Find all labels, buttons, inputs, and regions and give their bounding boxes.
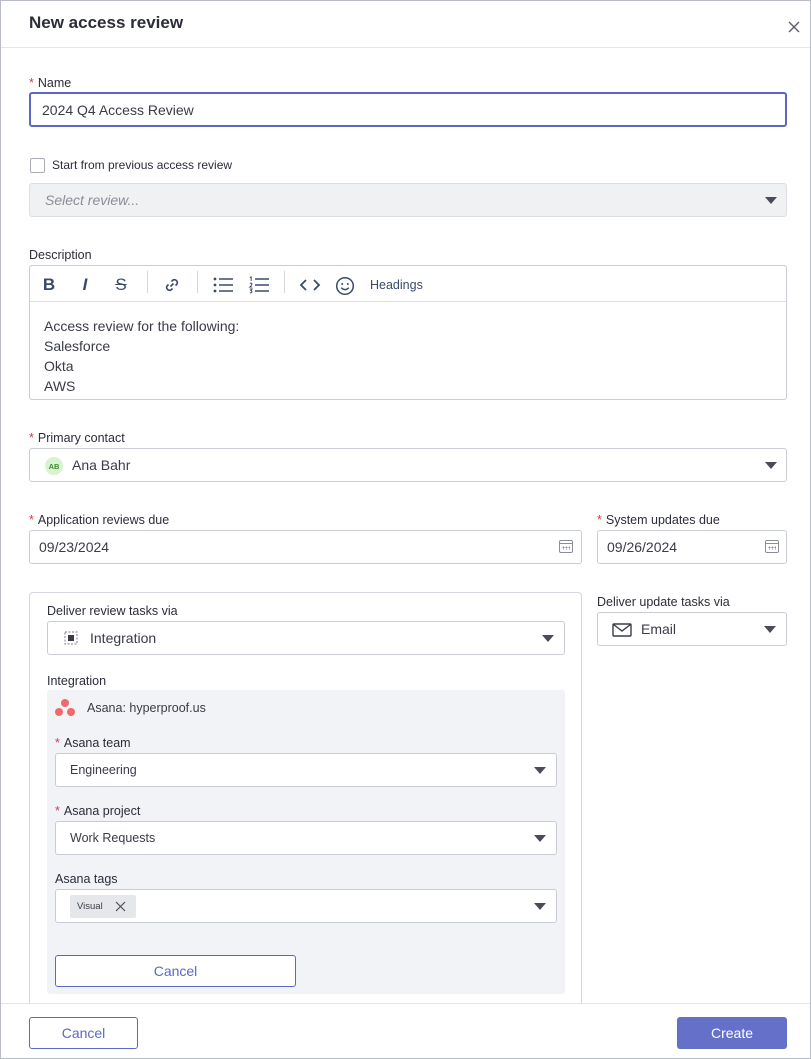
email-icon	[612, 623, 632, 637]
start-from-previous-label: Start from previous access review	[52, 158, 233, 172]
asana-tags-input[interactable]: Visual	[55, 889, 557, 923]
asana-logo-icon	[55, 699, 75, 716]
asana-team-value: Engineering	[70, 763, 137, 777]
deliver-update-tasks-label: Deliver update tasks via	[597, 595, 730, 609]
primary-contact-value: Ana Bahr	[72, 457, 131, 473]
code-icon[interactable]	[299, 277, 321, 293]
system-updates-due-label: * System updates due	[597, 513, 720, 527]
tag-chip: Visual	[70, 895, 136, 918]
asana-tags-label: Asana tags	[55, 872, 118, 886]
link-icon[interactable]	[163, 276, 181, 294]
tag-chip-label: Visual	[77, 901, 103, 912]
system-updates-due-input[interactable]: 09/26/2024	[597, 530, 787, 564]
chevron-down-icon	[765, 462, 777, 469]
new-access-review-dialog: New access review * Name 2024 Q4 Access R…	[0, 0, 811, 1059]
chevron-down-icon	[764, 626, 776, 633]
application-reviews-due-value: 09/23/2024	[39, 539, 110, 555]
editor-toolbar-divider	[30, 301, 786, 302]
chevron-down-icon	[534, 767, 546, 774]
emoji-icon[interactable]	[335, 276, 355, 296]
description-line: Salesforce	[44, 338, 111, 354]
calendar-icon[interactable]	[765, 540, 779, 553]
toolbar-separator	[284, 271, 285, 293]
primary-contact-dropdown[interactable]: AB Ana Bahr	[29, 448, 787, 482]
create-button[interactable]: Create	[677, 1017, 787, 1049]
asana-project-value: Work Requests	[70, 831, 156, 845]
remove-tag-icon[interactable]	[115, 901, 126, 912]
headings-button[interactable]: Headings	[370, 273, 423, 297]
toolbar-separator	[197, 271, 198, 293]
toolbar-separator	[147, 271, 148, 293]
integration-cancel-button[interactable]: Cancel	[55, 955, 296, 987]
deliver-update-tasks-value: Email	[641, 621, 677, 637]
chevron-down-icon	[765, 197, 777, 204]
dialog-title: New access review	[29, 13, 184, 32]
select-review-placeholder: Select review...	[45, 192, 140, 208]
name-input-value: 2024 Q4 Access Review	[42, 102, 194, 118]
integration-name: Asana: hyperproof.us	[87, 701, 206, 715]
deliver-update-tasks-dropdown[interactable]: Email	[597, 612, 787, 646]
asana-team-label: * Asana team	[55, 736, 131, 750]
name-input[interactable]: 2024 Q4 Access Review	[29, 92, 787, 127]
asana-team-dropdown[interactable]: Engineering	[55, 753, 557, 787]
asana-project-label: * Asana project	[55, 804, 141, 818]
cancel-button[interactable]: Cancel	[29, 1017, 138, 1049]
description-line: Okta	[44, 358, 74, 374]
integration-label: Integration	[47, 674, 107, 688]
integration-icon	[64, 631, 78, 645]
application-reviews-due-input[interactable]: 09/23/2024	[29, 530, 582, 564]
chevron-down-icon	[534, 835, 546, 842]
primary-contact-label: * Primary contact	[29, 431, 125, 445]
description-line: AWS	[44, 378, 76, 394]
deliver-review-tasks-label: Deliver review tasks via	[47, 604, 178, 618]
name-label: * Name	[29, 76, 72, 90]
close-icon[interactable]	[787, 20, 801, 34]
bullet-list-icon[interactable]	[212, 276, 234, 294]
chevron-down-icon	[534, 903, 546, 910]
start-from-previous-checkbox[interactable]	[30, 158, 45, 173]
description-line: Access review for the following:	[44, 318, 240, 334]
application-reviews-due-label: * Application reviews due	[29, 513, 170, 527]
select-review-dropdown[interactable]: Select review...	[29, 183, 787, 217]
deliver-review-tasks-dropdown[interactable]: Integration	[47, 621, 565, 655]
bold-button[interactable]: B	[40, 273, 58, 297]
chevron-down-icon	[542, 635, 554, 642]
numbered-list-icon[interactable]	[248, 276, 270, 294]
dialog-footer: Cancel Create	[1, 1003, 810, 1058]
system-updates-due-value: 09/26/2024	[607, 539, 678, 555]
calendar-icon[interactable]	[559, 540, 573, 553]
strikethrough-button[interactable]: S	[111, 273, 131, 297]
italic-button[interactable]: I	[76, 273, 94, 297]
avatar: AB	[45, 457, 63, 475]
description-content[interactable]: Access review for the following: Salesfo…	[44, 316, 239, 396]
dialog-header: New access review	[1, 1, 810, 48]
deliver-review-tasks-value: Integration	[90, 630, 157, 646]
asana-project-dropdown[interactable]: Work Requests	[55, 821, 557, 855]
description-label: Description	[29, 248, 92, 262]
